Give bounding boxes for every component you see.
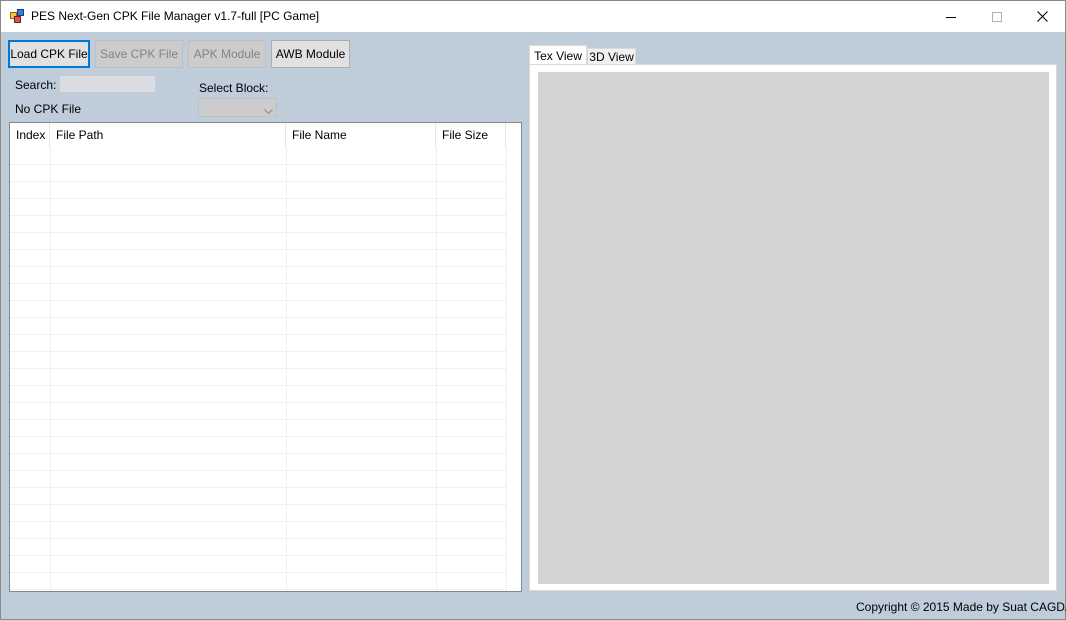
maximize-button[interactable] bbox=[974, 1, 1020, 32]
app-icon bbox=[10, 9, 24, 23]
grid-line bbox=[10, 504, 507, 505]
save-cpk-button[interactable]: Save CPK File bbox=[95, 40, 183, 68]
file-list-header: Index File Path File Name File Size bbox=[10, 123, 521, 147]
chevron-down-icon bbox=[264, 104, 273, 118]
select-block-label: Select Block: bbox=[199, 81, 269, 95]
cpk-status-label: No CPK File bbox=[15, 102, 82, 116]
grid-line bbox=[10, 555, 507, 556]
grid-line bbox=[10, 419, 507, 420]
window-title: PES Next-Gen CPK File Manager v1.7-full … bbox=[31, 9, 320, 23]
grid-line bbox=[10, 385, 507, 386]
grid-line bbox=[10, 232, 507, 233]
apk-module-button[interactable]: APK Module bbox=[188, 40, 266, 68]
grid-line bbox=[10, 283, 507, 284]
column-header-index[interactable]: Index bbox=[10, 123, 50, 147]
column-header-file-name[interactable]: File Name bbox=[286, 123, 436, 147]
grid-line bbox=[50, 147, 51, 591]
grid-line bbox=[10, 521, 507, 522]
maximize-icon bbox=[992, 11, 1002, 22]
column-header-file-size[interactable]: File Size bbox=[436, 123, 506, 147]
grid-line bbox=[10, 181, 507, 182]
grid-line bbox=[10, 436, 507, 437]
grid-line bbox=[10, 589, 507, 590]
file-list[interactable]: Index File Path File Name File Size bbox=[9, 122, 522, 592]
grid-line bbox=[10, 470, 507, 471]
grid-line bbox=[10, 334, 507, 335]
texture-preview bbox=[538, 72, 1049, 584]
search-input[interactable] bbox=[59, 75, 156, 93]
main-window: PES Next-Gen CPK File Manager v1.7-full … bbox=[0, 0, 1066, 620]
minimize-icon bbox=[946, 16, 956, 18]
close-icon bbox=[1036, 11, 1048, 22]
column-header-file-path[interactable]: File Path bbox=[50, 123, 286, 147]
grid-line bbox=[10, 198, 507, 199]
grid-line bbox=[10, 300, 507, 301]
grid-line bbox=[10, 453, 507, 454]
close-button[interactable] bbox=[1019, 1, 1065, 32]
tab-tex-view[interactable]: Tex View bbox=[529, 45, 587, 65]
grid-line bbox=[10, 249, 507, 250]
grid-line bbox=[10, 538, 507, 539]
grid-line bbox=[10, 572, 507, 573]
grid-line bbox=[10, 487, 507, 488]
grid-line bbox=[10, 368, 507, 369]
grid-line bbox=[506, 147, 507, 591]
grid-line bbox=[10, 317, 507, 318]
grid-line bbox=[10, 266, 507, 267]
grid-line bbox=[10, 164, 507, 165]
minimize-button[interactable] bbox=[928, 1, 974, 32]
grid-line bbox=[286, 147, 287, 591]
tab-page bbox=[529, 64, 1057, 591]
copyright-text: Copyright © 2015 Made by Suat CAGDAS bbox=[856, 600, 1066, 614]
tab-3d-view[interactable]: 3D View bbox=[587, 48, 636, 65]
load-cpk-button[interactable]: Load CPK File bbox=[8, 40, 90, 68]
awb-module-button[interactable]: AWB Module bbox=[271, 40, 350, 68]
title-bar[interactable]: PES Next-Gen CPK File Manager v1.7-full … bbox=[1, 1, 1065, 32]
block-select[interactable] bbox=[198, 98, 277, 117]
grid-line bbox=[436, 147, 437, 591]
search-label: Search: bbox=[15, 78, 57, 92]
grid-line bbox=[10, 351, 507, 352]
grid-line bbox=[10, 402, 507, 403]
grid-line bbox=[10, 215, 507, 216]
